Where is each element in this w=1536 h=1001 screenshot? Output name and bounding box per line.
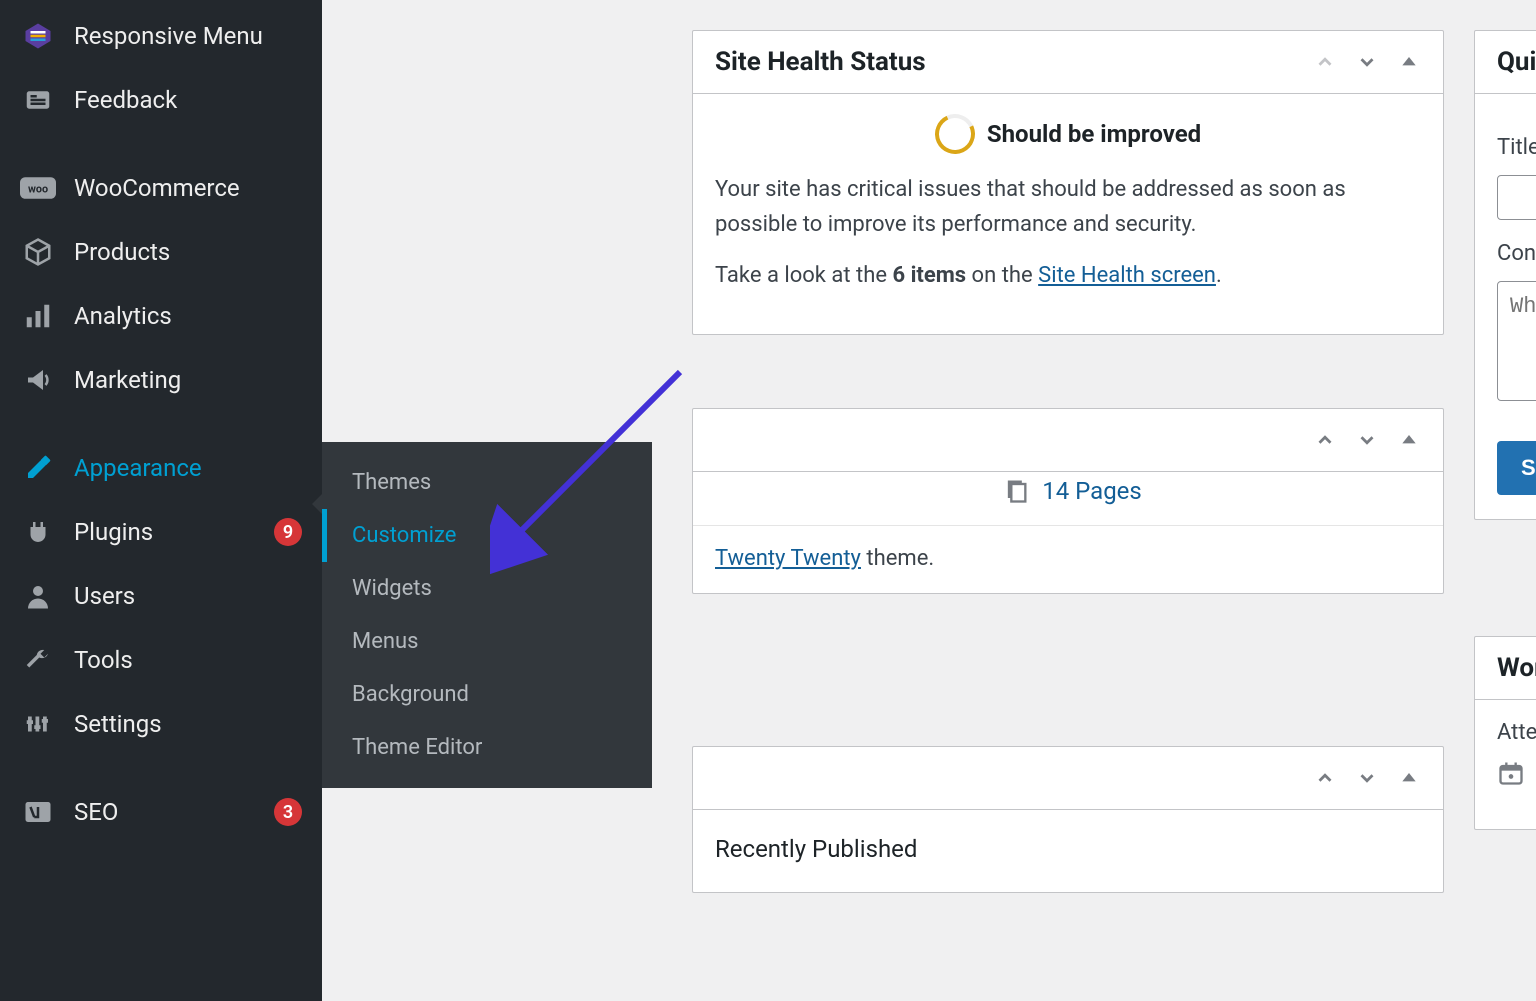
- analytics-icon: [20, 298, 56, 334]
- postbox-header: x: [693, 747, 1443, 810]
- seo-icon: [20, 794, 56, 830]
- move-down-icon[interactable]: [1355, 428, 1379, 452]
- health-spinner-icon: [929, 108, 980, 159]
- sidebar-item-feedback[interactable]: Feedback: [0, 68, 322, 132]
- sidebar-item-appearance[interactable]: Appearance: [0, 436, 322, 500]
- postbox-title: Quick Draft: [1497, 47, 1536, 77]
- postbox-body: Should be improved Your site has critica…: [693, 94, 1443, 334]
- sidebar-item-analytics[interactable]: Analytics: [0, 284, 322, 348]
- dashboard-content: Site Health Status Should be improved Yo…: [322, 0, 1536, 1001]
- sidebar-item-label: Users: [74, 582, 302, 610]
- sidebar-item-plugins[interactable]: Plugins 9: [0, 500, 322, 564]
- sidebar-item-label: Feedback: [74, 86, 302, 114]
- sidebar-item-tools[interactable]: Tools: [0, 628, 322, 692]
- theme-link[interactable]: Twenty Twenty: [715, 546, 861, 571]
- postbox-header: Quick Draft: [1475, 31, 1536, 94]
- postbox-title: WordPress Eve: [1497, 653, 1536, 683]
- at-a-glance-box: x 14 Pages Twenty Twenty theme.: [692, 408, 1444, 594]
- sidebar-item-label: Responsive Menu: [74, 22, 302, 50]
- draft-content-textarea[interactable]: [1497, 281, 1536, 401]
- move-up-icon[interactable]: [1313, 766, 1337, 790]
- glance-pages: 14 Pages: [693, 472, 1443, 525]
- postbox-actions: [1313, 50, 1421, 74]
- svg-text:woo: woo: [28, 183, 48, 196]
- plugins-icon: [20, 514, 56, 550]
- sidebar-item-label: Settings: [74, 710, 302, 738]
- sidebar-item-label: Plugins: [74, 518, 264, 546]
- sidebar-item-label: Analytics: [74, 302, 302, 330]
- sidebar-item-label: Marketing: [74, 366, 302, 394]
- users-icon: [20, 578, 56, 614]
- calendar-icon: [1497, 759, 1525, 787]
- title-label: Title: [1497, 130, 1536, 165]
- sidebar-item-label: Products: [74, 238, 302, 266]
- postbox-actions: [1313, 428, 1421, 452]
- glance-theme: Twenty Twenty theme.: [693, 526, 1443, 593]
- move-down-icon[interactable]: [1355, 766, 1379, 790]
- admin-sidebar: Responsive Menu Feedback woo WooCommerce…: [0, 0, 322, 1001]
- feedback-icon: [20, 82, 56, 118]
- wordpress-events-box: WordPress Eve Attend an upcom Demo + Dis…: [1474, 636, 1536, 830]
- events-intro: Attend an upcom: [1497, 720, 1536, 745]
- postbox-header: x: [693, 409, 1443, 472]
- activity-section-title: Recently Published: [715, 830, 1421, 868]
- quick-draft-box: Quick Draft Title Content Save Draft: [1474, 30, 1536, 520]
- activity-box: x Recently Published: [692, 746, 1444, 893]
- woo-icon: woo: [20, 170, 56, 206]
- content-label: Content: [1497, 236, 1536, 271]
- update-badge: 9: [274, 518, 302, 546]
- save-draft-button[interactable]: Save Draft: [1497, 441, 1536, 495]
- sidebar-item-settings[interactable]: Settings: [0, 692, 322, 756]
- postbox-body: Attend an upcom Demo + Dis Creating an: [1475, 700, 1536, 829]
- sidebar-item-label: Appearance: [74, 454, 302, 482]
- sidebar-item-seo[interactable]: SEO 3: [0, 780, 322, 844]
- sidebar-item-marketing[interactable]: Marketing: [0, 348, 322, 412]
- postbox-title: Site Health Status: [715, 47, 926, 77]
- collapse-icon[interactable]: [1397, 766, 1421, 790]
- postbox-header: Site Health Status: [693, 31, 1443, 94]
- postbox-body: Recently Published: [693, 810, 1443, 892]
- health-status-text: Should be improved: [987, 115, 1201, 153]
- marketing-icon: [20, 362, 56, 398]
- settings-icon: [20, 706, 56, 742]
- site-health-link[interactable]: Site Health screen: [1038, 263, 1216, 288]
- tools-icon: [20, 642, 56, 678]
- postbox-body: Title Content Save Draft: [1475, 94, 1536, 519]
- health-description: Your site has critical issues that shoul…: [715, 172, 1421, 242]
- responsive-menu-icon: [20, 18, 56, 54]
- sidebar-item-woocommerce[interactable]: woo WooCommerce: [0, 156, 322, 220]
- sidebar-item-label: Tools: [74, 646, 302, 674]
- site-health-box: Site Health Status Should be improved Yo…: [692, 30, 1444, 335]
- move-up-icon[interactable]: [1313, 428, 1337, 452]
- sidebar-item-label: SEO: [74, 798, 264, 826]
- collapse-icon[interactable]: [1397, 428, 1421, 452]
- sidebar-item-responsive-menu[interactable]: Responsive Menu: [0, 4, 322, 68]
- move-up-icon[interactable]: [1313, 50, 1337, 74]
- health-cta: Take a look at the 6 items on the Site H…: [715, 258, 1421, 293]
- pages-icon: [1002, 477, 1030, 505]
- draft-title-input[interactable]: [1497, 175, 1536, 220]
- products-icon: [20, 234, 56, 270]
- sidebar-item-products[interactable]: Products: [0, 220, 322, 284]
- sidebar-item-label: WooCommerce: [74, 174, 302, 202]
- postbox-actions: [1313, 766, 1421, 790]
- pages-link[interactable]: 14 Pages: [1042, 477, 1142, 505]
- sidebar-item-users[interactable]: Users: [0, 564, 322, 628]
- appearance-icon: [20, 450, 56, 486]
- postbox-header: WordPress Eve: [1475, 637, 1536, 700]
- move-down-icon[interactable]: [1355, 50, 1379, 74]
- update-badge: 3: [274, 798, 302, 826]
- collapse-icon[interactable]: [1397, 50, 1421, 74]
